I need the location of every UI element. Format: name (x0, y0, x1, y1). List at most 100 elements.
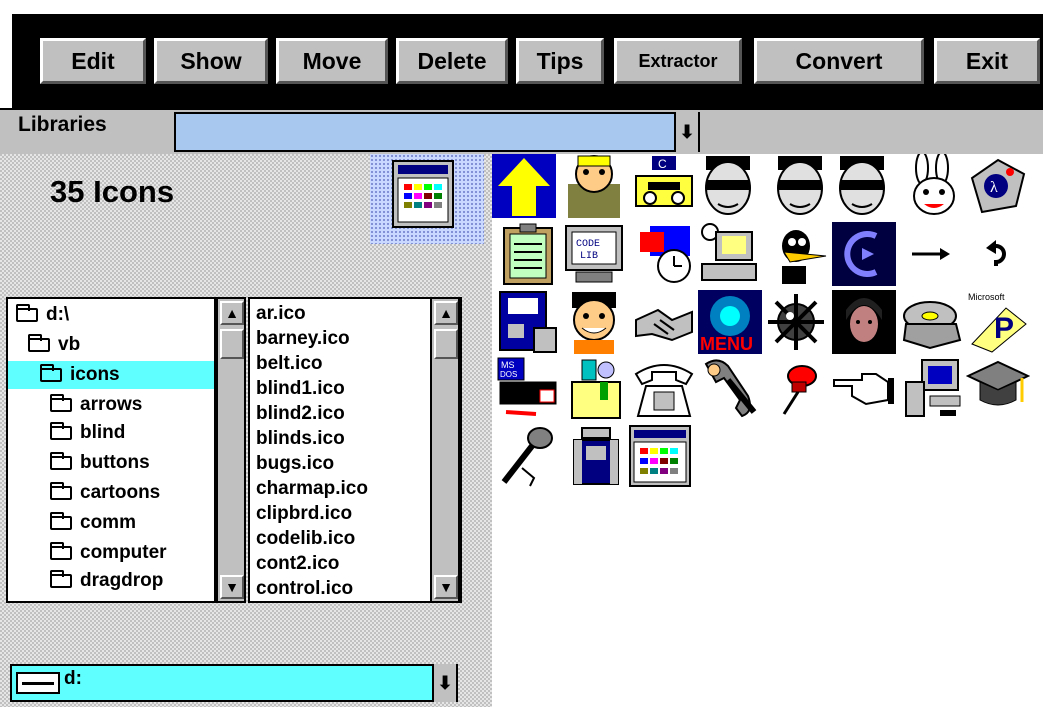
file-item[interactable]: clipbrd.ico (256, 501, 352, 527)
file-item[interactable]: control.ico (256, 576, 353, 601)
directory-item[interactable]: arrows (8, 391, 214, 419)
directory-item[interactable]: dragdrop (8, 567, 214, 595)
dark-c-icon[interactable] (832, 222, 896, 286)
file-item[interactable]: codelib.ico (256, 526, 355, 552)
file-item[interactable]: blind2.ico (256, 401, 345, 427)
folder-icon (50, 394, 72, 412)
telephone-icon[interactable] (632, 356, 696, 420)
directory-item[interactable]: buttons (8, 449, 214, 477)
open-folder-icon (16, 304, 38, 322)
menu-icon[interactable]: MENU (698, 290, 762, 354)
return-arrow-icon[interactable] (966, 222, 1030, 286)
directory-label: dragdrop (80, 570, 164, 591)
microphone-icon[interactable] (496, 424, 560, 488)
pushpin-icon[interactable] (764, 356, 828, 420)
palette-window-icon[interactable] (628, 424, 692, 488)
convert-button[interactable]: Convert (754, 38, 924, 84)
daffy-duck-icon[interactable] (764, 222, 828, 286)
scroll-down-button[interactable]: ▼ (434, 575, 458, 599)
arrow-up-icon: ▲ (225, 305, 239, 321)
libraries-dropdown-button[interactable]: ⬇ (674, 112, 698, 152)
blinds-icon[interactable] (830, 154, 894, 218)
drive-icon (16, 672, 60, 694)
file-item[interactable]: belt.ico (256, 351, 323, 377)
file-item[interactable]: bugs.ico (256, 451, 334, 477)
edit-button[interactable]: Edit (40, 38, 146, 84)
panel-divider[interactable] (484, 154, 492, 707)
libraries-combo[interactable]: ⬇ (174, 112, 700, 152)
charmap-icon[interactable]: λ (966, 154, 1030, 218)
handshake-icon[interactable] (632, 290, 696, 354)
directory-list[interactable]: d:\ vb icons arrows blind buttons cartoo… (6, 297, 216, 603)
delete-button[interactable]: Delete (396, 38, 508, 84)
tips-button[interactable]: Tips (516, 38, 604, 84)
svg-text:CODE: CODE (576, 239, 600, 250)
control-icon[interactable] (696, 222, 760, 286)
cont2-icon[interactable] (630, 222, 694, 286)
svg-text:MS: MS (501, 360, 515, 370)
libraries-bar: Libraries ⬇ (0, 108, 1043, 156)
file-item[interactable]: barney.ico (256, 326, 350, 352)
arrow-right-icon[interactable] (900, 222, 964, 286)
show-button[interactable]: Show (154, 38, 268, 84)
chevron-down-icon: ⬇ (679, 121, 695, 142)
directory-label: computer (80, 542, 167, 563)
up-arrow-icon[interactable] (492, 154, 556, 218)
file-item[interactable]: cont2.ico (256, 551, 339, 577)
drive-dropdown-button[interactable]: ⬇ (432, 664, 456, 702)
mine-icon[interactable] (764, 290, 828, 354)
toolbox-icon[interactable] (564, 356, 628, 420)
belt-tape-player-icon[interactable]: C (632, 154, 696, 218)
chevron-down-icon: ⬇ (437, 672, 453, 693)
folder-icon (50, 512, 72, 530)
file-item[interactable]: blinds.ico (256, 426, 345, 452)
fred-flintstone-icon[interactable] (562, 290, 626, 354)
pointing-hand-icon[interactable] (832, 356, 896, 420)
scroll-thumb[interactable] (434, 329, 458, 359)
arrow-up-icon: ▲ (439, 305, 453, 321)
computer-icon[interactable] (900, 356, 964, 420)
directory-item[interactable]: computer (8, 539, 214, 567)
floppy-computer-icon[interactable] (496, 290, 560, 354)
browser-panel: 35 Icons d:\ vb icons arrows blind butto… (0, 154, 484, 707)
directory-item-selected[interactable]: icons (8, 361, 214, 389)
move-button[interactable]: Move (276, 38, 388, 84)
exit-button[interactable]: Exit (934, 38, 1040, 84)
directory-item[interactable]: cartoons (8, 479, 214, 507)
scroll-down-button[interactable]: ▼ (220, 575, 244, 599)
graduation-cap-icon[interactable] (966, 356, 1030, 420)
clipboard-icon[interactable] (496, 222, 560, 286)
icon-grid[interactable]: C λ CODE LIB MENU Microsoft P MS DOS (492, 154, 1043, 707)
file-item[interactable]: blind1.ico (256, 376, 345, 402)
bugs-bunny-icon[interactable] (902, 154, 966, 218)
directory-item[interactable]: vb (8, 331, 214, 359)
directory-label: icons (70, 364, 120, 385)
scroll-up-button[interactable]: ▲ (220, 301, 244, 325)
arrow-down-icon: ▼ (439, 579, 453, 595)
extractor-button[interactable]: Extractor (614, 38, 742, 84)
directory-scrollbar[interactable]: ▲ ▼ (216, 297, 246, 603)
barney-icon[interactable] (562, 154, 626, 218)
file-scrollbar[interactable]: ▲ ▼ (430, 297, 460, 603)
blind2-icon[interactable] (768, 154, 832, 218)
toolbar: Edit Show Move Delete Tips Extractor Con… (12, 14, 1043, 108)
drive-combo[interactable]: d: ⬇ (10, 664, 458, 702)
film-reel-icon[interactable] (900, 290, 964, 354)
file-item[interactable]: ar.ico (256, 301, 306, 327)
blind1-icon[interactable] (696, 154, 760, 218)
directory-item[interactable]: d:\ (8, 301, 214, 329)
directory-item[interactable]: blind (8, 419, 214, 447)
palette-window-icon (392, 160, 454, 228)
face-icon[interactable] (832, 290, 896, 354)
file-item[interactable]: charmap.ico (256, 476, 368, 502)
msdos-printer-icon[interactable]: MSDOS (496, 356, 560, 420)
codelib-icon[interactable]: CODELIB (562, 222, 626, 286)
directory-item[interactable]: comm (8, 509, 214, 537)
microsoft-project-icon[interactable]: Microsoft P (966, 290, 1030, 354)
scroll-up-button[interactable]: ▲ (434, 301, 458, 325)
icon-count: 35 Icons (50, 174, 175, 209)
folder-icon (50, 542, 72, 560)
phone-hand-icon[interactable] (698, 356, 762, 420)
scroll-thumb[interactable] (220, 329, 244, 359)
paint-can-icon[interactable] (564, 424, 628, 488)
